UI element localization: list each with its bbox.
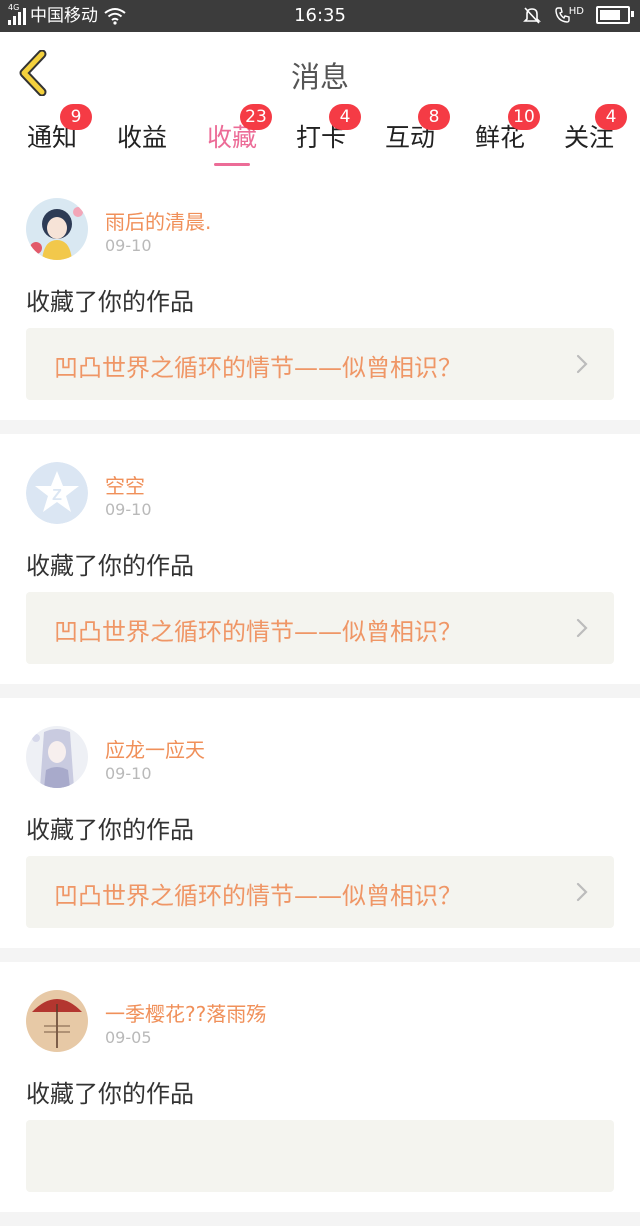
page-title: 消息	[290, 60, 349, 94]
work-link[interactable]	[26, 1120, 614, 1192]
tab-bar: 通知 9 收益 收藏 23 打卡 4 互动 8 鲜花 10 关注 4	[0, 104, 640, 170]
chevron-right-icon	[576, 882, 588, 902]
username[interactable]: 一季樱花??落雨殇	[105, 998, 266, 1027]
tab-badge: 4	[329, 104, 361, 130]
svg-text:Z: Z	[52, 487, 62, 504]
work-title: 凹凸世界之循环的情节——似曾相识？	[54, 354, 462, 382]
list-item: 应龙一应天 09-10 收藏了你的作品 凹凸世界之循环的情节——似曾相识？	[0, 698, 640, 948]
tab-interaction[interactable]: 互动 8	[384, 104, 450, 166]
list-item: 一季樱花??落雨殇 09-05 收藏了你的作品	[0, 962, 640, 1212]
item-date: 09-10	[105, 500, 152, 519]
avatar[interactable]	[26, 198, 88, 260]
work-link[interactable]: 凹凸世界之循环的情节——似曾相识？	[26, 592, 614, 664]
tab-follow[interactable]: 关注 4	[563, 104, 627, 166]
work-title: 凹凸世界之循环的情节——似曾相识？	[54, 618, 462, 646]
tab-earnings[interactable]: 收益	[116, 120, 168, 166]
avatar[interactable]: Z	[26, 462, 88, 524]
tab-badge: 4	[595, 104, 627, 130]
work-link[interactable]: 凹凸世界之循环的情节——似曾相识？	[26, 328, 614, 400]
work-title: 凹凸世界之循环的情节——似曾相识？	[54, 882, 462, 910]
tab-favorites[interactable]: 收藏 23	[206, 104, 272, 166]
username[interactable]: 应龙一应天	[105, 734, 205, 763]
username[interactable]: 雨后的清晨.	[105, 206, 211, 235]
tab-flowers[interactable]: 鲜花 10	[474, 104, 540, 166]
bell-muted-icon	[522, 7, 541, 24]
item-date: 09-10	[105, 236, 152, 255]
nav-bar: 消息	[0, 32, 640, 111]
list-item: Z 空空 09-10 收藏了你的作品 凹凸世界之循环的情节——似曾相识？	[0, 434, 640, 684]
message-list: 雨后的清晨. 09-10 收藏了你的作品 凹凸世界之循环的情节——似曾相识？ Z…	[0, 170, 640, 1226]
item-date: 09-05	[105, 1028, 152, 1047]
work-link[interactable]: 凹凸世界之循环的情节——似曾相识？	[26, 856, 614, 928]
chevron-right-icon	[576, 618, 588, 638]
chevron-right-icon	[576, 354, 588, 374]
status-bar: 4G 中国移动 16:35 HD	[0, 0, 640, 32]
tab-badge: 8	[418, 104, 450, 130]
username[interactable]: 空空	[105, 470, 145, 499]
item-date: 09-10	[105, 764, 152, 783]
avatar[interactable]	[26, 990, 88, 1052]
battery-icon	[596, 6, 634, 24]
list-item: 雨后的清晨. 09-10 收藏了你的作品 凹凸世界之循环的情节——似曾相识？	[0, 170, 640, 420]
tab-badge: 10	[508, 104, 540, 130]
tab-badge: 23	[240, 104, 272, 130]
avatar[interactable]	[26, 726, 88, 788]
active-tab-indicator	[214, 163, 250, 166]
tab-notice[interactable]: 通知 9	[26, 104, 92, 166]
message-text: 收藏了你的作品	[26, 816, 194, 844]
hd-call-icon: HD	[554, 6, 584, 24]
message-text: 收藏了你的作品	[26, 1080, 194, 1108]
message-text: 收藏了你的作品	[26, 288, 194, 316]
tab-checkin[interactable]: 打卡 4	[295, 104, 361, 166]
tab-badge: 9	[60, 104, 92, 130]
message-text: 收藏了你的作品	[26, 552, 194, 580]
